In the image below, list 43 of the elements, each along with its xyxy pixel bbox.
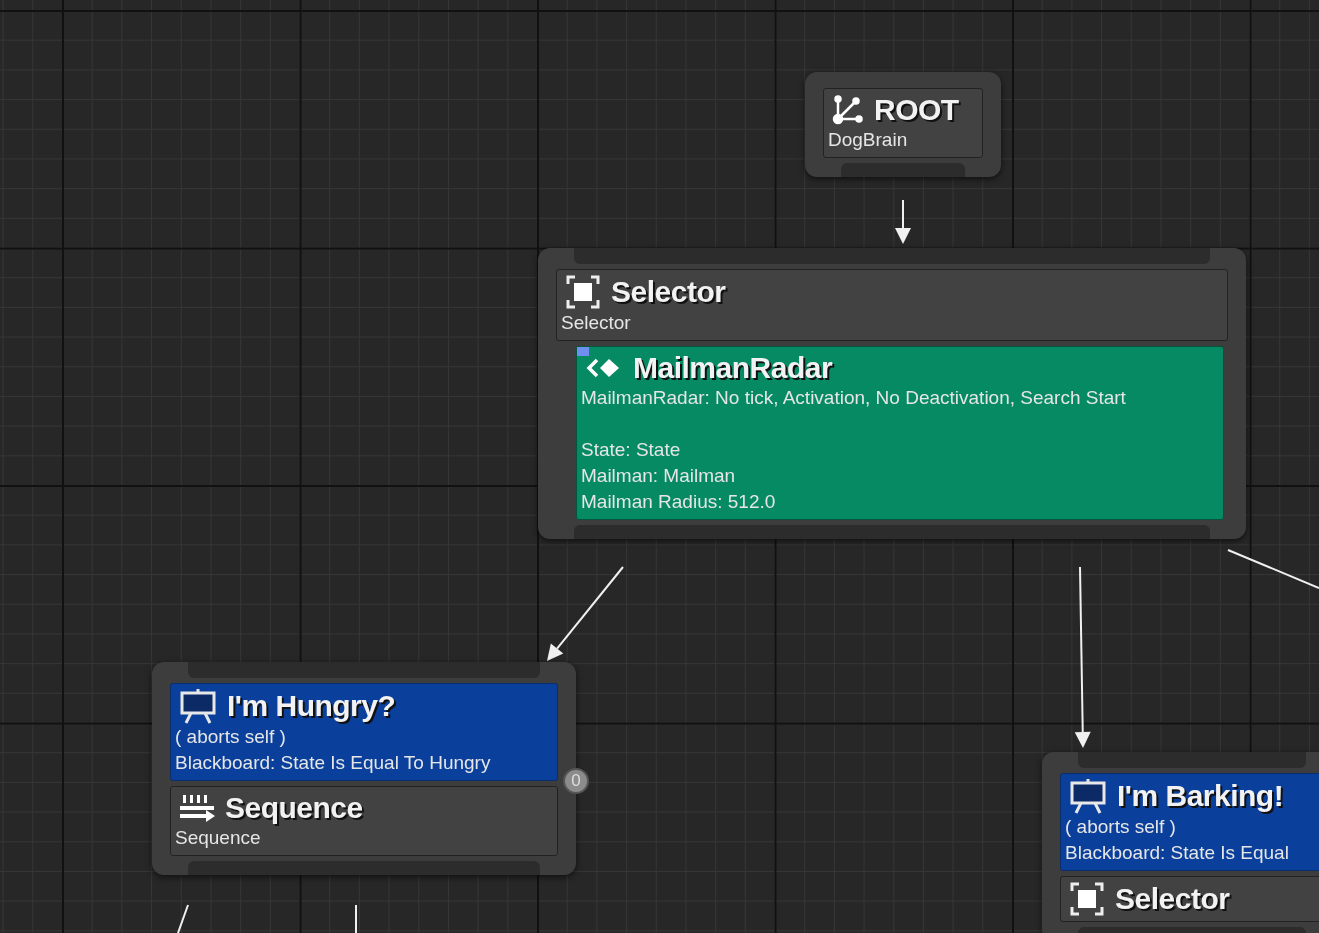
decorator-description: ( aborts self ) <box>175 725 287 749</box>
composite-title: Selector <box>611 275 726 309</box>
composite-title: Sequence <box>225 791 363 825</box>
decorator-description: ( aborts self ) <box>1065 815 1177 839</box>
sequence-icon <box>179 793 215 823</box>
service-block[interactable]: MailmanRadar MailmanRadar: No tick, Activation, No Deactivation, Search Start State: State Mailman: Mailman Mailman Radius: 512.0 <box>576 346 1224 520</box>
branch-icon <box>832 95 864 125</box>
composite-subtitle: Sequence <box>175 826 262 850</box>
input-pin-bar[interactable] <box>188 662 540 678</box>
service-property: Mailman Radius: 512.0 <box>581 490 777 514</box>
composite-subtitle: Selector <box>561 311 632 335</box>
composite-node[interactable]: Selector Selector MailmanRadar MailmanRadar: No tick, Activation, No Deactivation, Search Start State: State Mailman: Mailman Mailman Radius: 512.0 <box>538 248 1246 539</box>
composite-block[interactable]: Selector <box>1060 876 1319 922</box>
execution-index-badge: 0 <box>563 768 589 794</box>
output-pin-bar[interactable] <box>188 861 540 875</box>
input-pin-bar[interactable] <box>574 248 1210 264</box>
service-summary: MailmanRadar: No tick, Activation, No Deactivation, Search Start <box>581 386 1127 410</box>
composite-node[interactable]: I'm Barking! ( aborts self ) Blackboard: State Is Equal Selector <box>1042 752 1319 933</box>
decorator-title: I'm Barking! <box>1117 779 1284 813</box>
composite-title: Selector <box>1115 882 1230 916</box>
easel-icon <box>179 688 217 724</box>
composite-block[interactable]: Selector Selector <box>556 269 1228 341</box>
decorator-title: I'm Hungry? <box>227 689 396 723</box>
graph-canvas[interactable] <box>0 0 1319 933</box>
connector-line <box>177 904 189 933</box>
connector-arrow <box>895 199 911 244</box>
service-title: MailmanRadar <box>633 351 833 385</box>
root-node[interactable]: ROOT DogBrain <box>805 72 1001 177</box>
composite-block[interactable]: Sequence Sequence <box>170 786 558 856</box>
selector-icon <box>1069 881 1105 917</box>
node-title: ROOT <box>874 93 959 127</box>
connector-line <box>355 904 357 933</box>
service-property: Mailman: Mailman <box>581 464 737 488</box>
output-pin-bar[interactable] <box>841 163 965 177</box>
decorator-description: Blackboard: State Is Equal <box>1065 841 1290 865</box>
input-pin-bar[interactable] <box>1078 752 1306 768</box>
service-property: State: State <box>581 438 682 462</box>
easel-icon <box>1069 778 1107 814</box>
node-subtitle: DogBrain <box>828 128 909 152</box>
selector-icon <box>565 274 601 310</box>
decorator-block[interactable]: I'm Barking! ( aborts self ) Blackboard: State Is Equal <box>1060 773 1319 871</box>
decorator-description: Blackboard: State Is Equal To Hungry <box>175 751 492 775</box>
pin-marker <box>577 347 589 356</box>
